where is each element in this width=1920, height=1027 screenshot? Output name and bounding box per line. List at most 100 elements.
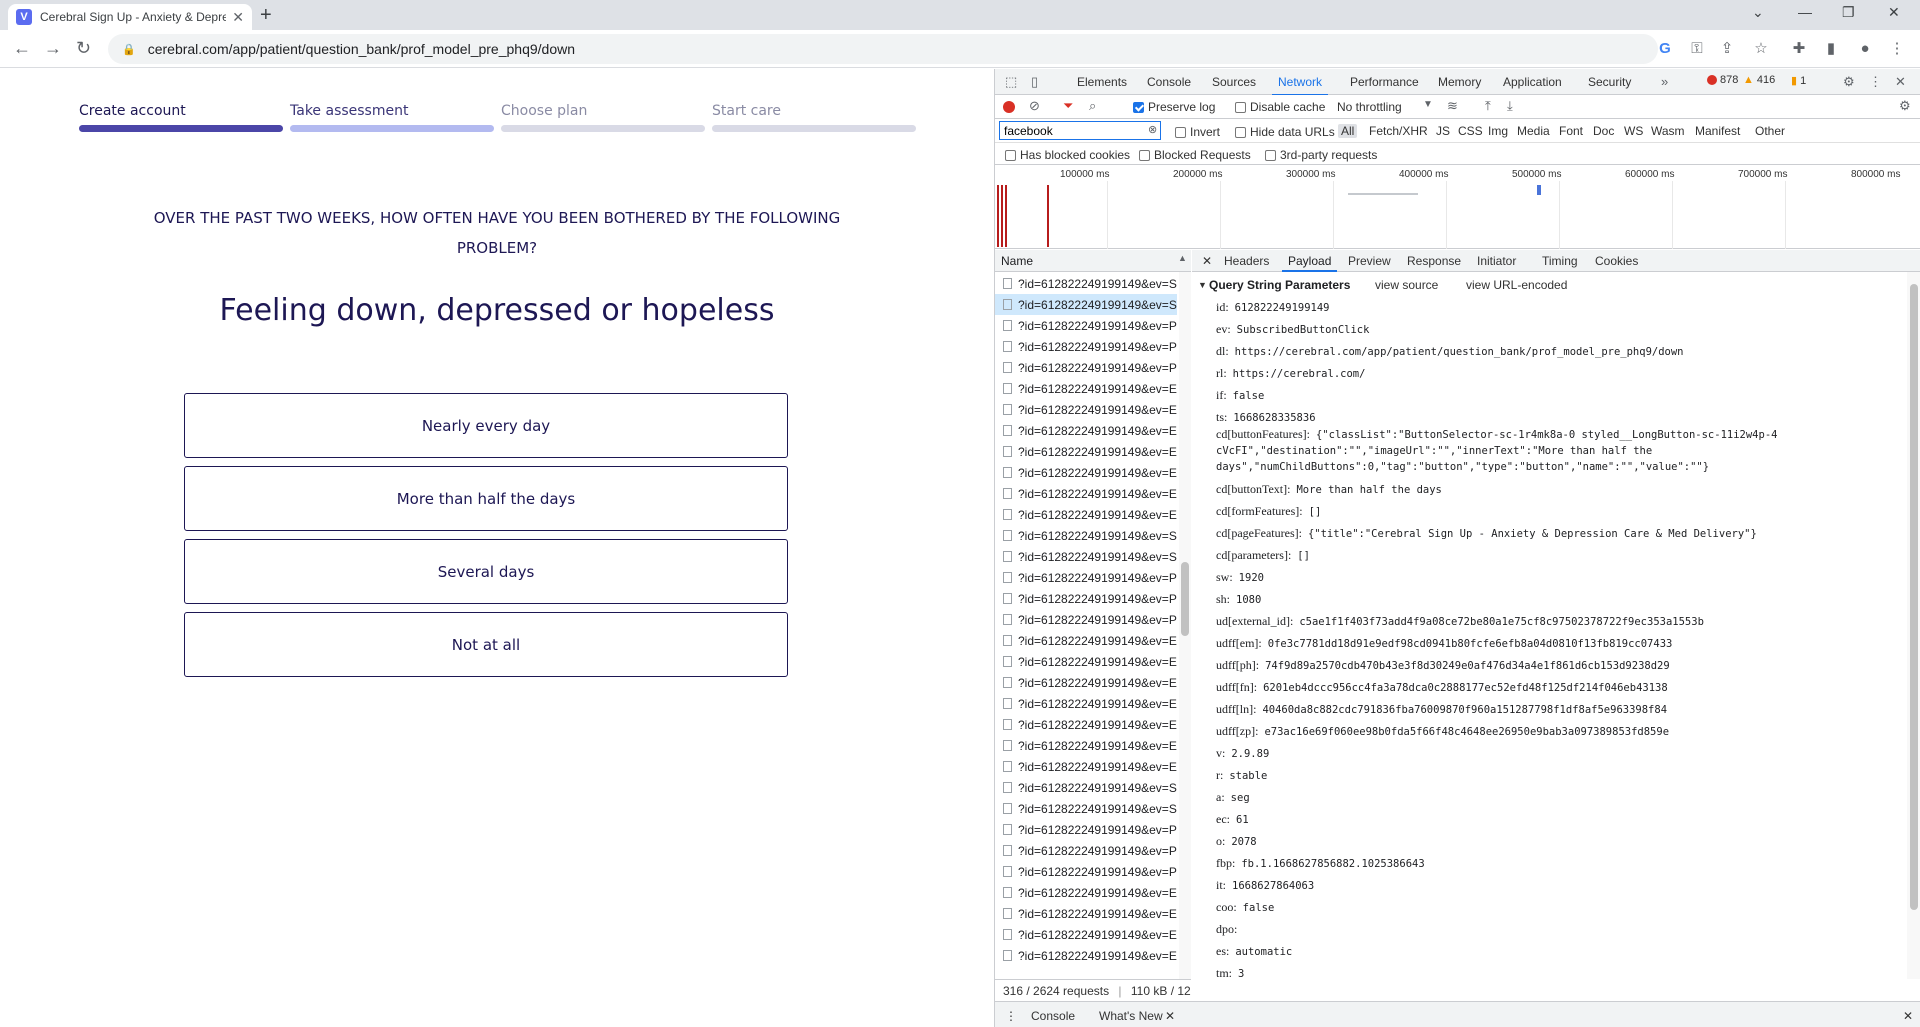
hide-data-urls-checkbox[interactable]: Hide data URLs (1235, 125, 1335, 139)
network-settings-icon[interactable]: ⚙ (1899, 98, 1911, 114)
filter-type-img[interactable]: Img (1488, 124, 1508, 138)
blocked-cookies-checkbox[interactable]: Has blocked cookies (1005, 148, 1130, 162)
table-row[interactable]: ?id=612822249199149&ev=E (995, 483, 1177, 504)
table-row[interactable]: ?id=612822249199149&ev=E (995, 462, 1177, 483)
drawer-menu-icon[interactable]: ⋮ (1005, 1009, 1017, 1023)
search-icon[interactable]: ⌕ (1089, 98, 1096, 114)
parameter-row[interactable]: v: 2.9.89 (1216, 746, 1269, 761)
table-row[interactable]: ?id=612822249199149&ev=E (995, 420, 1177, 441)
table-row[interactable]: ?id=612822249199149&ev=E (995, 735, 1177, 756)
tab-headers[interactable]: Headers (1224, 254, 1269, 268)
devtools-menu-icon[interactable]: ⋮ (1869, 74, 1882, 90)
drawer-tab-whats-new[interactable]: What's New (1099, 1009, 1163, 1023)
parameter-row[interactable]: ud[external_id]: c5ae1f1f403f73add4f9a08c… (1216, 614, 1704, 629)
parameter-row[interactable]: tm: 3 (1216, 966, 1244, 981)
table-row[interactable]: ?id=612822249199149&ev=S (995, 525, 1177, 546)
inspect-element-icon[interactable]: ⬚ (1005, 74, 1017, 90)
close-drawer-icon[interactable]: ✕ (1903, 1009, 1913, 1023)
parameter-row[interactable]: ec: 61 (1216, 812, 1249, 827)
table-row[interactable]: ?id=612822249199149&ev=P (995, 567, 1177, 588)
disable-cache-checkbox[interactable]: Disable cache (1235, 100, 1325, 114)
invert-checkbox[interactable]: Invert (1175, 125, 1220, 139)
parameter-row[interactable]: ts: 1668628335836 (1216, 410, 1316, 425)
parameter-row[interactable]: udff[em]: 0fe3c7781dd18d91e9edf98cd0941b8… (1216, 636, 1672, 651)
parameter-row[interactable]: ev: SubscribedButtonClick (1216, 322, 1369, 337)
tab-response[interactable]: Response (1407, 254, 1461, 268)
warning-count-badge[interactable]: ▲ 416 (1743, 74, 1775, 86)
table-row[interactable]: ?id=612822249199149&ev=S (995, 294, 1177, 315)
table-row[interactable]: ?id=612822249199149&ev=E (995, 714, 1177, 735)
parameter-row[interactable]: udff[fn]: 6201eb4dccc956cc4fa3a78dca0c288… (1216, 680, 1668, 695)
answer-nearly-every-day-button[interactable]: Nearly every day (184, 393, 788, 458)
parameter-row[interactable]: it: 1668627864063 (1216, 878, 1314, 893)
parameter-row[interactable]: if: false (1216, 388, 1264, 403)
request-list-scrollbar[interactable] (1179, 272, 1191, 979)
parameter-row[interactable]: dpo: (1216, 922, 1243, 937)
bookmark-star-icon[interactable]: ☆ (1752, 39, 1770, 57)
clear-icon[interactable]: ⊘ (1029, 98, 1040, 114)
table-row[interactable]: ?id=612822249199149&ev=S (995, 777, 1177, 798)
tab-network[interactable]: Network (1271, 75, 1329, 96)
parameter-row[interactable]: fbp: fb.1.1668627856882.1025386643 (1216, 856, 1425, 871)
answer-more-than-half-button[interactable]: More than half the days (184, 466, 788, 531)
table-row[interactable]: ?id=612822249199149&ev=E (995, 924, 1177, 945)
parameter-row[interactable]: id: 612822249199149 (1216, 300, 1330, 315)
filter-icon[interactable]: ⏷ (1063, 98, 1073, 114)
drawer-tab-console[interactable]: Console (1031, 1009, 1075, 1023)
answer-not-at-all-button[interactable]: Not at all (184, 612, 788, 677)
parameter-row[interactable]: sh: 1080 (1216, 592, 1261, 607)
table-row[interactable]: ?id=612822249199149&ev=P (995, 861, 1177, 882)
query-string-title[interactable]: Query String Parameters (1209, 278, 1350, 292)
parameter-row[interactable]: cd[parameters]: [] (1216, 548, 1310, 563)
view-source-link[interactable]: view source (1375, 278, 1438, 292)
network-conditions-icon[interactable]: ≋ (1447, 98, 1458, 114)
record-icon[interactable] (1003, 101, 1015, 113)
parameter-row[interactable]: cd[buttonFeatures]: {"classList":"ButtonS… (1216, 426, 1896, 475)
network-overview-timeline[interactable]: 100000 ms 200000 ms 300000 ms 400000 ms … (995, 165, 1920, 249)
filter-type-ws[interactable]: WS (1624, 124, 1643, 138)
name-column-header[interactable]: Name ▲ (995, 250, 1191, 272)
new-tab-icon[interactable]: + (260, 4, 272, 27)
table-row[interactable]: ?id=612822249199149&ev=E (995, 672, 1177, 693)
close-devtools-icon[interactable]: ✕ (1895, 74, 1906, 90)
share-icon[interactable]: ⇪ (1718, 39, 1736, 57)
issues-badge[interactable]: ▮ 1 (1791, 74, 1806, 88)
close-window-icon[interactable]: ✕ (1888, 4, 1900, 21)
filter-type-font[interactable]: Font (1559, 124, 1583, 138)
throttle-select[interactable]: No throttling (1337, 100, 1402, 114)
error-count-badge[interactable]: 878 (1707, 74, 1738, 86)
filter-input[interactable] (999, 121, 1161, 140)
close-tab-icon[interactable]: ✕ (232, 9, 244, 26)
device-toolbar-icon[interactable]: ▯ (1031, 74, 1038, 90)
third-party-checkbox[interactable]: 3rd-party requests (1265, 148, 1377, 162)
scrollbar-thumb[interactable] (1181, 562, 1189, 636)
table-row[interactable]: ?id=612822249199149&ev=E (995, 903, 1177, 924)
table-row[interactable]: ?id=612822249199149&ev=E (995, 756, 1177, 777)
preserve-log-checkbox[interactable]: Preserve log (1133, 100, 1215, 114)
more-tabs-icon[interactable]: » (1661, 74, 1668, 89)
side-panel-icon[interactable]: ▮ (1822, 39, 1840, 57)
filter-type-wasm[interactable]: Wasm (1651, 124, 1685, 138)
table-row[interactable]: ?id=612822249199149&ev=P (995, 357, 1177, 378)
filter-type-other[interactable]: Other (1755, 124, 1785, 138)
import-har-icon[interactable]: ⤒ (1485, 98, 1491, 114)
tab-cookies[interactable]: Cookies (1595, 254, 1638, 268)
parameter-row[interactable]: cd[buttonText]: More than half the days (1216, 482, 1442, 497)
tab-initiator[interactable]: Initiator (1477, 254, 1516, 268)
tab-security[interactable]: Security (1588, 75, 1631, 89)
parameter-row[interactable]: rl: https://cerebral.com/ (1216, 366, 1365, 381)
parameter-row[interactable]: es: automatic (1216, 944, 1292, 959)
tab-memory[interactable]: Memory (1438, 75, 1481, 89)
address-bar[interactable]: 🔒 cerebral.com/app/patient/question_bank… (108, 34, 1658, 64)
table-row[interactable]: ?id=612822249199149&ev=E (995, 378, 1177, 399)
parameter-row[interactable]: sw: 1920 (1216, 570, 1264, 585)
back-icon[interactable]: ← (13, 38, 31, 59)
table-row[interactable]: ?id=612822249199149&ev=E (995, 630, 1177, 651)
view-url-encoded-link[interactable]: view URL-encoded (1466, 278, 1567, 292)
restore-icon[interactable]: ❐ (1842, 4, 1855, 21)
filter-type-fetch-xhr[interactable]: Fetch/XHR (1369, 124, 1428, 138)
scrollbar-thumb[interactable] (1910, 284, 1918, 910)
table-row[interactable]: ?id=612822249199149&ev=E (995, 504, 1177, 525)
table-row[interactable]: ?id=612822249199149&ev=P (995, 315, 1177, 336)
expand-triangle-icon[interactable]: ▼ (1198, 280, 1207, 290)
